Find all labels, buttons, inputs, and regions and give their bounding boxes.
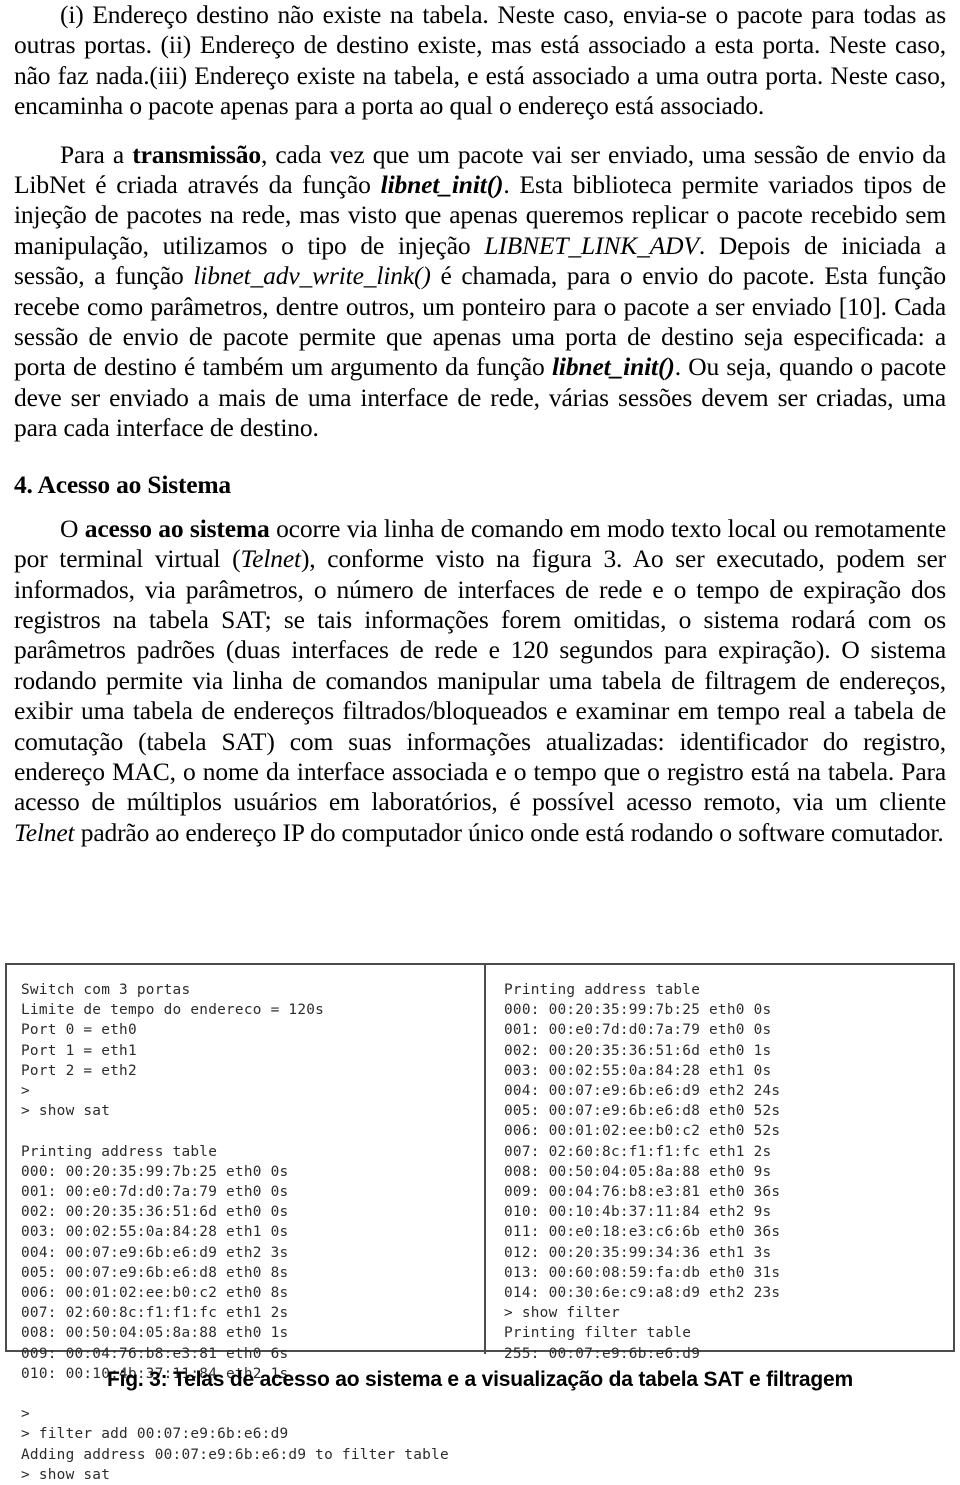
terminal-line: 002: 00:20:35:36:51:6d eth0 0s (21, 1204, 289, 1221)
terminal-line: > filter add 00:07:e9:6b:e6:d9 (21, 1426, 289, 1443)
terminal-panes-divider (484, 965, 486, 1354)
terminal-line: 009: 00:04:76:b8:e3:81 eth0 6s (21, 1345, 289, 1362)
paragraph-transmission-libnet: Para a transmissão, cada vez que um paco… (14, 139, 947, 443)
section-heading-acesso-ao-sistema: 4. Acesso ao Sistema (14, 469, 231, 499)
terminal-line: Printing address table (504, 982, 701, 998)
terminal-line: 006: 00:01:02:ee:b0:c2 eth0 52s (504, 1123, 781, 1140)
terminal-line: > (21, 1406, 30, 1423)
terminal-line: 003: 00:02:55:0a:84:28 eth1 0s (504, 1062, 772, 1079)
terminal-line: 007: 02:60:8c:f1:f1:fc eth1 2s (504, 1143, 772, 1160)
terminal-pane-left: Switch com 3 portas Limite de tempo do en… (21, 980, 476, 1485)
terminal-line: > show sat (21, 1466, 111, 1483)
paragraph-packet-forwarding-cases: (i) Endereço destino não existe na tabel… (14, 0, 946, 121)
terminal-line: 012: 00:20:35:99:34:36 eth1 3s (504, 1244, 772, 1261)
terminal-line: Printing address table (21, 1143, 218, 1160)
paragraph-system-access: O acesso ao sistema ocorre via linha de … (14, 513, 947, 847)
heading-spacer-before (14, 444, 946, 470)
terminal-line: > show filter (504, 1305, 620, 1322)
figure-3: Switch com 3 portas Limite de tempo do en… (5, 963, 955, 1483)
terminal-line: Port 1 = eth1 (21, 1042, 137, 1059)
terminal-line: Port 0 = eth0 (21, 1022, 137, 1039)
terminal-line: 014: 00:30:6e:c9:a8:d9 eth2 23s (504, 1285, 781, 1302)
terminal-line: Printing filter table (504, 1325, 692, 1342)
terminal-line: 000: 00:20:35:99:7b:25 eth0 0s (504, 1002, 772, 1019)
terminal-line: 007: 02:60:8c:f1:f1:fc eth1 2s (21, 1305, 289, 1322)
terminal-line: Adding address 00:07:e9:6b:e6:d9 to filt… (21, 1446, 449, 1463)
terminal-line: 005: 00:07:e9:6b:e6:d8 eth0 52s (504, 1103, 781, 1120)
terminal-pane-right: Printing address table 000: 00:20:35:99:7… (504, 980, 944, 1364)
terminal-line: 013: 00:60:08:59:fa:db eth0 31s (504, 1264, 781, 1281)
terminal-line: 002: 00:20:35:36:51:6d eth0 1s (504, 1042, 772, 1059)
terminal-line: 001: 00:e0:7d:d0:7a:79 eth0 0s (504, 1022, 772, 1039)
terminal-screenshot-frame: Switch com 3 portas Limite de tempo do en… (5, 963, 955, 1483)
terminal-line: Switch com 3 portas (21, 982, 191, 998)
terminal-line: 006: 00:01:02:ee:b0:c2 eth0 8s (21, 1285, 289, 1302)
terminal-line: 000: 00:20:35:99:7b:25 eth0 0s (21, 1163, 289, 1180)
terminal-line: Port 2 = eth2 (21, 1062, 137, 1079)
terminal-line: 255: 00:07:e9:6b:e6:d9 (504, 1345, 701, 1362)
terminal-line: 004: 00:07:e9:6b:e6:d9 eth2 24s (504, 1083, 781, 1100)
terminal-line: 004: 00:07:e9:6b:e6:d9 eth2 3s (21, 1244, 289, 1261)
terminal-line: 008: 00:50:04:05:8a:88 eth0 1s (21, 1325, 289, 1342)
terminal-line: > (21, 1083, 30, 1100)
document-page: (i) Endereço destino não existe na tabel… (0, 0, 960, 1483)
terminal-line: Limite de tempo do endereco = 120s (21, 1002, 325, 1019)
terminal-line: 011: 00:e0:18:e3:c6:6b eth0 36s (504, 1224, 781, 1241)
terminal-line: 003: 00:02:55:0a:84:28 eth1 0s (21, 1224, 289, 1241)
terminal-line: 008: 00:50:04:05:8a:88 eth0 9s (504, 1163, 772, 1180)
terminal-line: > show sat (21, 1103, 111, 1120)
terminal-line: 009: 00:04:76:b8:e3:81 eth0 36s (504, 1184, 781, 1201)
terminal-line: 005: 00:07:e9:6b:e6:d8 eth0 8s (21, 1264, 289, 1281)
terminal-line: 001: 00:e0:7d:d0:7a:79 eth0 0s (21, 1184, 289, 1201)
heading-spacer-after (14, 500, 946, 514)
figure-caption: Fig. 3: Telas de acesso ao sistema e a v… (107, 1368, 853, 1391)
terminal-line: 010: 00:10:4b:37:11:84 eth2 9s (504, 1204, 772, 1221)
